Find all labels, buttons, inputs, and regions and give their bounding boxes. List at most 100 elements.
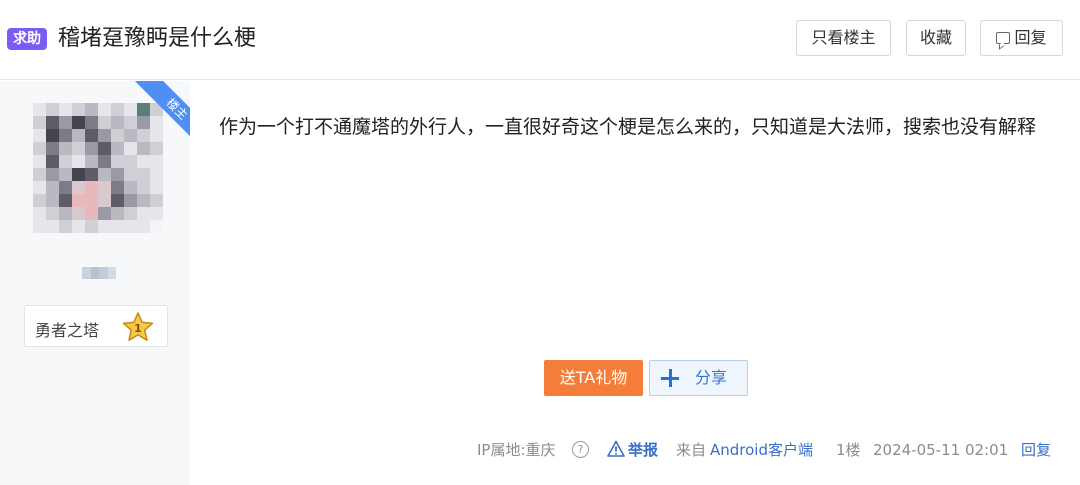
avatar-pixel	[137, 194, 150, 207]
username-blurred[interactable]	[82, 267, 116, 279]
ip-location: IP属地:重庆	[477, 441, 556, 459]
avatar-pixel	[46, 116, 59, 129]
source-prefix: 来自	[676, 441, 707, 459]
avatar-pixel	[150, 181, 163, 194]
op-corner-label: 楼主	[131, 81, 190, 141]
avatar-pixel	[111, 129, 124, 142]
avatar-pixel	[85, 168, 98, 181]
source-client-link[interactable]: Android客户端	[710, 438, 813, 462]
avatar-pixel	[124, 155, 137, 168]
avatar-pixel	[111, 116, 124, 129]
post-tag: 求助	[7, 28, 47, 50]
avatar-pixel	[72, 207, 85, 220]
avatar-pixel	[111, 168, 124, 181]
avatar-pixel	[98, 103, 111, 116]
avatar-pixel	[111, 207, 124, 220]
avatar-pixel	[85, 116, 98, 129]
avatar-pixel	[46, 155, 59, 168]
author-sidebar: 楼主 勇者之塔 1	[0, 81, 190, 485]
avatar-pixel	[72, 129, 85, 142]
avatar-pixel	[98, 142, 111, 155]
avatar-pixel	[150, 168, 163, 181]
post-title: 稽堵趸豫眄是什么梗	[58, 26, 257, 51]
avatar-pixel	[46, 129, 59, 142]
avatar-pixel	[46, 181, 59, 194]
avatar-pixel	[111, 181, 124, 194]
avatar-pixel	[111, 194, 124, 207]
avatar-pixel	[85, 181, 98, 194]
reply-button[interactable]: 回复	[980, 20, 1063, 56]
avatar-pixel	[124, 220, 137, 233]
favorite-button[interactable]: 收藏	[906, 20, 966, 56]
avatar-pixel	[59, 194, 72, 207]
avatar-pixel	[72, 116, 85, 129]
avatar-pixel	[59, 155, 72, 168]
avatar-pixel	[72, 220, 85, 233]
avatar-pixel	[46, 142, 59, 155]
avatar-pixel	[59, 142, 72, 155]
avatar-pixel	[33, 168, 46, 181]
share-button[interactable]: 分享	[649, 360, 748, 396]
avatar-pixel	[85, 103, 98, 116]
star-icon: 1	[122, 312, 154, 341]
only-op-button[interactable]: 只看楼主	[796, 20, 891, 56]
avatar-pixel	[98, 194, 111, 207]
avatar-pixel	[72, 181, 85, 194]
avatar-pixel	[33, 129, 46, 142]
avatar-pixel	[137, 142, 150, 155]
avatar-pixel	[124, 168, 137, 181]
forum-level-badge[interactable]: 勇者之塔 1	[24, 305, 168, 347]
avatar-pixel	[111, 103, 124, 116]
reply-link[interactable]: 回复	[1021, 438, 1051, 462]
avatar-pixel	[98, 116, 111, 129]
avatar-pixel	[137, 181, 150, 194]
avatar-pixel	[98, 220, 111, 233]
avatar-pixel	[72, 168, 85, 181]
avatar-pixel	[46, 194, 59, 207]
avatar-pixel	[46, 103, 59, 116]
avatar-pixel	[33, 155, 46, 168]
reply-button-label: 回复	[1014, 28, 1047, 47]
avatar-pixel	[85, 220, 98, 233]
send-gift-button[interactable]: 送TA礼物	[544, 360, 643, 396]
badge-forum-name: 勇者之塔	[35, 321, 100, 340]
post-content: 作为一个打不通魔塔的外行人，一直很好奇这个梗是怎么来的，只知道是大法师，搜索也没…	[219, 116, 1037, 138]
floor-number: 1楼	[836, 441, 861, 459]
avatar-pixel	[72, 142, 85, 155]
post-header: 求助 稽堵趸豫眄是什么梗 只看楼主 收藏 回复	[0, 0, 1080, 80]
avatar-pixel	[137, 220, 150, 233]
avatar-pixel	[85, 129, 98, 142]
avatar-pixel	[59, 116, 72, 129]
plus-icon	[661, 369, 679, 387]
warning-triangle-icon[interactable]	[607, 440, 625, 458]
op-corner-ribbon: 楼主	[130, 81, 190, 141]
avatar-pixel	[33, 103, 46, 116]
avatar-pixel	[124, 194, 137, 207]
avatar-pixel	[124, 181, 137, 194]
post-time: 2024-05-11 02:01	[873, 441, 1009, 459]
avatar-pixel	[85, 155, 98, 168]
avatar-pixel	[137, 207, 150, 220]
report-link[interactable]: 举报	[628, 438, 658, 462]
avatar-pixel	[98, 129, 111, 142]
avatar-pixel	[33, 181, 46, 194]
avatar-pixel	[137, 155, 150, 168]
avatar-pixel	[150, 220, 163, 233]
avatar-pixel	[150, 142, 163, 155]
avatar-pixel	[59, 181, 72, 194]
avatar-pixel	[111, 142, 124, 155]
help-icon[interactable]: ?	[572, 441, 589, 458]
avatar-pixel	[33, 116, 46, 129]
avatar-pixel	[150, 194, 163, 207]
avatar-pixel	[59, 129, 72, 142]
avatar-pixel	[59, 220, 72, 233]
avatar-pixel	[85, 142, 98, 155]
avatar-pixel	[85, 207, 98, 220]
avatar-pixel	[33, 194, 46, 207]
avatar-pixel	[33, 220, 46, 233]
avatar-pixel	[150, 207, 163, 220]
avatar-pixel	[72, 194, 85, 207]
avatar-pixel	[33, 207, 46, 220]
avatar-pixel	[59, 207, 72, 220]
avatar-pixel	[124, 207, 137, 220]
